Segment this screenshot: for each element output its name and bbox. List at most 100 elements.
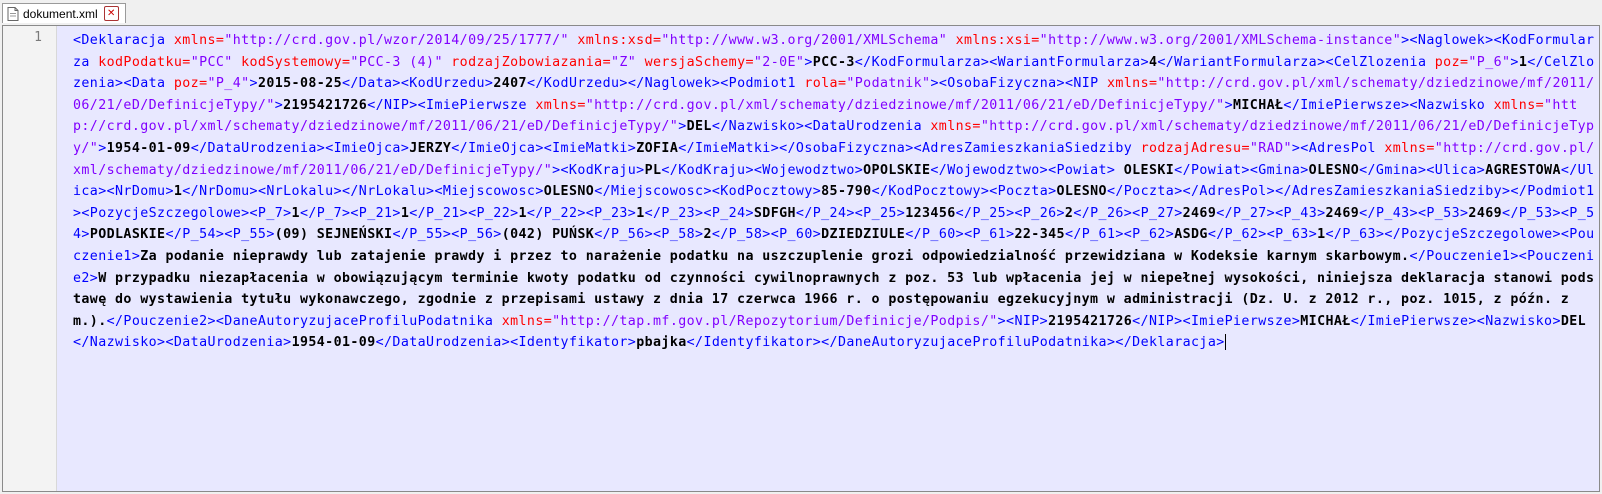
xml-tag-token: </ImieOjca> — [451, 140, 544, 156]
xml-text-token: 1 — [291, 205, 300, 221]
xml-tag-token: <AdresZamieszkaniaSiedziby — [913, 140, 1141, 156]
xml-attribute-token: xmlns= — [535, 97, 586, 113]
close-icon[interactable]: ✕ — [103, 6, 119, 21]
code-editor[interactable]: 1 <Deklaracja xmlns="http://crd.gov.pl/w… — [2, 25, 1600, 492]
xml-tag-token: <Nazwisko — [1409, 97, 1494, 113]
xml-tag-token: </Naglowek> — [627, 76, 721, 92]
xml-tag-token: <KodUrzedu> — [400, 76, 494, 92]
xml-text-token: 1 — [1317, 227, 1326, 243]
xml-text-token: OPOLSKIE — [863, 162, 931, 178]
xml-tag-token: <Poczta> — [989, 184, 1057, 200]
xml-tag-token: <OsobaFizyczna> — [938, 76, 1065, 92]
xml-tag-token: <P_58> — [653, 227, 704, 243]
xml-tag-token: <ImiePierwsze — [417, 97, 536, 113]
xml-tag-token: </P_61> — [1064, 227, 1124, 243]
xml-tag-token: <CelZlozenia — [1325, 54, 1435, 70]
xml-source-text[interactable]: <Deklaracja xmlns="http://crd.gov.pl/wzo… — [73, 30, 1595, 354]
xml-tag-token: <KodKraju> — [560, 162, 645, 178]
xml-tag-token: </P_24> — [795, 205, 855, 221]
xml-attribute-token: xmlns= — [501, 313, 553, 329]
xml-tag-token: > — [1401, 33, 1410, 48]
xml-text-token: Za podanie nieprawdy lub zatajenie prawd… — [140, 248, 1410, 264]
file-icon — [7, 6, 19, 21]
xml-text-token: PL — [644, 162, 662, 178]
xml-tag-token: </NrDomu> — [182, 184, 258, 200]
xml-tag-token: <P_53> — [1417, 205, 1469, 221]
xml-tag-token: </PozycjeSzczegolowe> — [1384, 227, 1561, 243]
xml-text-token: 1 — [1518, 54, 1528, 70]
xml-tag-token: </KodPocztowy> — [871, 184, 990, 200]
xml-text-token: 2015-08-25 — [257, 76, 342, 92]
xml-value-token: "http://crd.gov.pl/wzor/2014/09/25/1777/… — [224, 33, 569, 48]
tab-label: dokument.xml — [23, 6, 98, 21]
xml-tag-token: <KodPocztowy> — [711, 184, 822, 200]
xml-tag-token: </DaneAutoryzujaceProfiluPodatnika> — [821, 335, 1116, 351]
tab-dokument-xml[interactable]: dokument.xml ✕ — [2, 3, 126, 23]
xml-attribute-token: kodPodatku= — [98, 54, 191, 70]
xml-tag-token: > — [930, 76, 939, 92]
xml-text-token: (042) PUŃSK — [501, 227, 595, 243]
xml-tag-token: <NrLokalu> — [257, 184, 342, 200]
xml-tag-token: </P_43> — [1359, 205, 1418, 221]
xml-attribute-token: xmlns= — [173, 33, 225, 48]
text-cursor — [1224, 334, 1226, 351]
xml-tag-token: </WariantFormularza> — [1157, 54, 1326, 70]
xml-value-token: "P_6" — [1468, 54, 1511, 70]
xml-tag-token: </Data> — [342, 76, 401, 92]
xml-text-token: AGRESTOWA — [1485, 162, 1561, 178]
xml-tag-token: </P_63> — [1325, 227, 1385, 243]
xml-tag-token: </P_53> — [1502, 205, 1561, 221]
xml-tag-token: > — [552, 162, 561, 178]
xml-tag-token: <DataUrodzenia> — [165, 335, 292, 351]
xml-text-token: 2407 — [493, 76, 527, 92]
xml-tag-token: <P_27> — [1132, 205, 1183, 221]
xml-tag-token: <NIP — [1064, 76, 1107, 92]
xml-attribute-token: wersjaSchemy= — [644, 54, 754, 70]
xml-value-token: "http://crd.gov.pl/xml/schematy/dziedzin… — [585, 97, 1225, 113]
xml-tag-token: </P_60> — [905, 227, 965, 243]
xml-attribute-token: xmlns= — [930, 119, 981, 135]
xml-tag-token: <P_63> — [1266, 227, 1318, 243]
xml-tag-token: </NIP> — [367, 97, 418, 113]
xml-tag-token: <DataUrodzenia — [804, 119, 931, 135]
xml-tag-token: </ImiePierwsze> — [1283, 97, 1410, 113]
xml-tag-token: <P_7> — [249, 205, 292, 221]
xml-text-token: OLESNO — [1308, 162, 1360, 178]
xml-text-token: 22-345 — [1014, 227, 1065, 243]
xml-value-token: "Z" — [610, 54, 637, 70]
code-area[interactable]: <Deklaracja xmlns="http://crd.gov.pl/wzo… — [57, 26, 1599, 491]
xml-tag-token: <Naglowek> — [1409, 33, 1494, 48]
xml-tag-token: <P_56> — [451, 227, 502, 243]
xml-text-token: DZIEDZIULE — [821, 227, 906, 243]
xml-tag-token: </KodFormularza> — [854, 54, 990, 70]
xml-tag-token: </Poczta> — [1106, 184, 1183, 200]
xml-tag-token: </DataUrodzenia> — [190, 140, 326, 156]
xml-tag-token: <ImieMatki> — [543, 140, 637, 156]
xml-tag-token: </P_54> — [165, 227, 225, 243]
xml-text-token: 2 — [703, 227, 712, 243]
xml-tag-token: </Gmina> — [1359, 162, 1427, 178]
xml-tag-token: </P_22> — [526, 205, 586, 221]
xml-attribute-token: poz= — [1434, 54, 1469, 70]
xml-tag-token: > — [804, 54, 813, 70]
xml-value-token: "P_4" — [207, 76, 250, 92]
xml-tag-token: </AdresPol> — [1182, 184, 1276, 200]
xml-tag-token: > — [249, 76, 258, 92]
xml-tag-token: <P_62> — [1123, 227, 1175, 243]
xml-attribute-token: xmlns:xsi= — [955, 33, 1040, 48]
xml-value-token: "http://tap.mf.gov.pl/Repozytorium/Defin… — [552, 313, 998, 329]
xml-tag-token: <P_60> — [770, 227, 822, 243]
xml-attribute-token: rola= — [804, 76, 847, 92]
xml-attribute-token: xmlns= — [1106, 76, 1158, 92]
xml-value-token: "2-0E" — [753, 54, 805, 70]
xml-tag-token: </Powiat> — [1174, 162, 1250, 178]
xml-tag-token: </Identyfikator> — [686, 335, 822, 351]
xml-tag-token: </P_55> — [392, 227, 452, 243]
xml-tag-token: </P_56> — [594, 227, 654, 243]
xml-text-token: DEL — [1560, 313, 1587, 329]
xml-text-token: 123456 — [905, 205, 956, 221]
xml-value-token: "PCC-3 (4)" — [350, 54, 443, 70]
xml-tag-token: <Identyfikator> — [510, 335, 637, 351]
xml-tag-token: <P_21> — [350, 205, 401, 221]
xml-text-token: MICHAŁ — [1232, 97, 1284, 113]
